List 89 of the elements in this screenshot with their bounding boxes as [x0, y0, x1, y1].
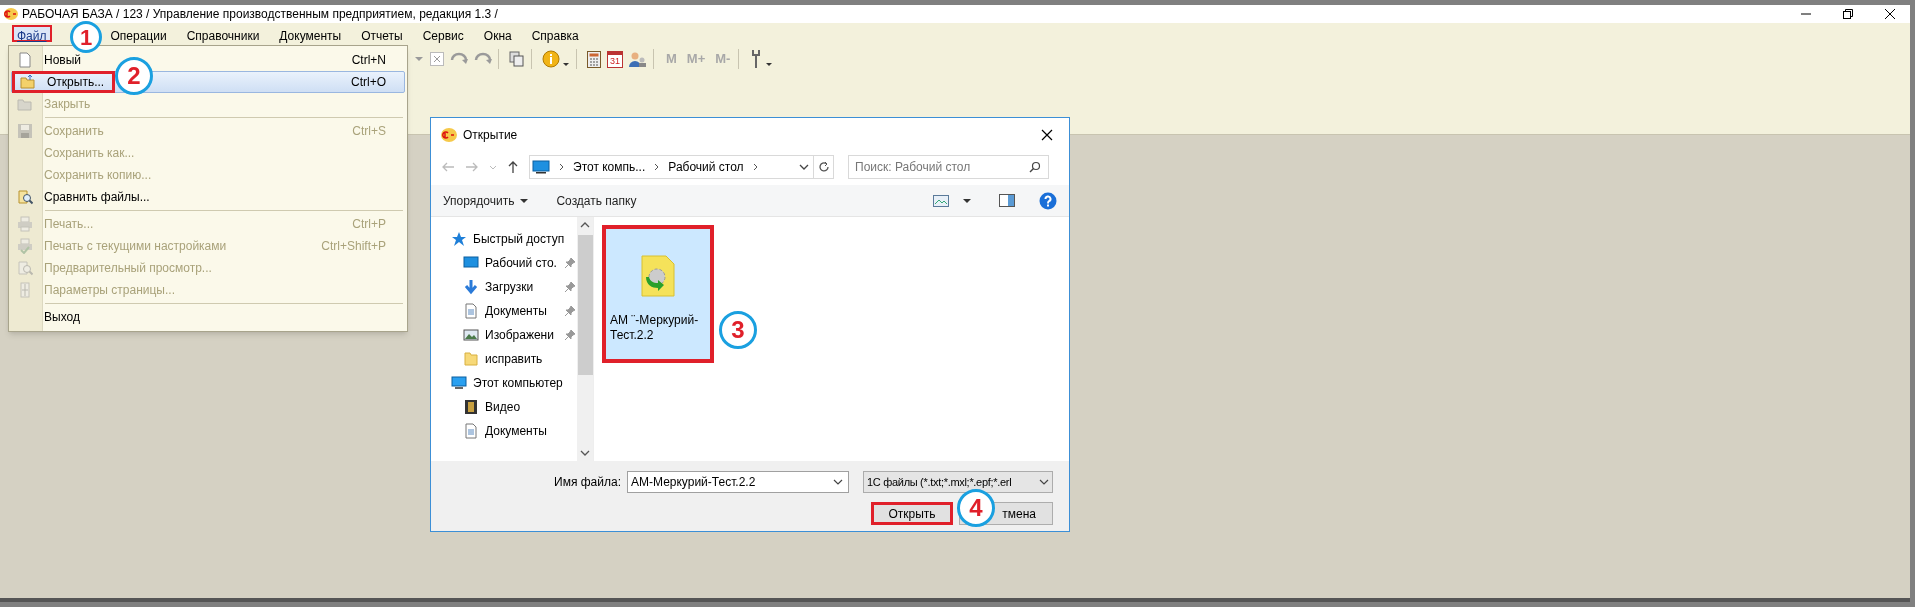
file-type-dropdown[interactable]: 1С файлы (*.txt;*.mxl;*.epf;*.erl [863, 471, 1053, 493]
nav-item[interactable]: исправить [485, 350, 559, 368]
close-icon[interactable] [1041, 128, 1053, 141]
folder-icon [463, 351, 479, 367]
chevron-icon[interactable] [558, 163, 565, 171]
folder-icon [17, 96, 33, 112]
menu-item[interactable]: Сравнить файлы... [44, 188, 150, 206]
caret-icon[interactable] [833, 478, 843, 486]
breadcrumb[interactable]: Рабочий стол [668, 158, 744, 176]
copy-icon[interactable] [509, 51, 525, 67]
up-arrow-icon[interactable] [507, 160, 519, 174]
document-icon [463, 303, 479, 319]
caret-icon [520, 197, 529, 204]
menu-item[interactable]: Выход [44, 308, 80, 326]
shortcut-label: Ctrl+P [352, 216, 386, 233]
view-icon[interactable] [933, 194, 949, 207]
chevron-icon[interactable] [653, 163, 661, 171]
menu-item[interactable]: Справка [526, 25, 584, 42]
menu-item[interactable]: Сервис [417, 25, 469, 42]
scrollbar-thumb[interactable] [577, 235, 593, 375]
magnifier-icon [17, 189, 33, 205]
nav-item[interactable]: Видео [485, 398, 559, 416]
menu-item[interactable]: Файл [12, 25, 52, 42]
computer-icon [532, 160, 550, 174]
scroll-down-icon[interactable] [580, 449, 590, 457]
nav-item[interactable]: Быстрый доступ [473, 230, 565, 248]
film-icon [463, 399, 479, 415]
scrollbar[interactable] [577, 217, 593, 461]
computer-icon [451, 375, 467, 391]
chevron-icon[interactable] [751, 163, 759, 171]
calendar-icon[interactable]: 31 [607, 50, 623, 68]
nav-item[interactable]: Загрузки [485, 278, 559, 296]
printer-icon [17, 238, 33, 254]
app-logo-icon [441, 127, 457, 142]
nav-item[interactable]: Документы [485, 422, 559, 440]
nav-item[interactable]: Изображени [485, 326, 559, 344]
file-name: АМ ¨-Меркурий-Тест.2.2 [610, 313, 700, 343]
command-button[interactable]: Создать папку [556, 191, 637, 210]
window-title: РАБОЧАЯ БАЗА / 123 / Управление производственным предприятием, редакция 1.3 / [22, 6, 498, 23]
nav-item[interactable]: Документы [485, 302, 559, 320]
info-icon[interactable] [542, 50, 570, 68]
clear-icon[interactable] [430, 52, 444, 66]
tools-icon[interactable] [749, 49, 774, 69]
menu-item[interactable]: Открыть... [47, 73, 105, 91]
breadcrumb[interactable]: Этот компь... [573, 158, 646, 176]
shortcut-label: Ctrl+O [351, 74, 386, 91]
menu-item[interactable]: Новый [44, 51, 82, 69]
page-setup-icon [17, 282, 33, 298]
caret-icon[interactable] [963, 197, 971, 204]
command-button[interactable]: Упорядочить [443, 191, 529, 210]
address-bar[interactable]: Этот компь... Рабочий стол [529, 155, 834, 179]
nav-item[interactable]: Этот компьютер [473, 374, 563, 392]
printer-icon [17, 216, 33, 232]
search-field[interactable]: Поиск: Рабочий стол [848, 155, 1049, 179]
refresh-icon[interactable] [817, 161, 830, 173]
menu-item[interactable]: Окна [478, 25, 517, 42]
menu-item[interactable]: Справочники [181, 25, 265, 42]
help-icon[interactable] [1039, 191, 1057, 210]
file-icon [640, 255, 676, 297]
menu-item[interactable]: Операции [105, 25, 172, 42]
magnifier-icon [17, 260, 33, 276]
menu-item[interactable]: Отчеты [356, 25, 408, 42]
file-type-label: 1С файлы (*.txt;*.mxl;*.epf;*.erl [866, 474, 1012, 490]
document-icon [463, 423, 479, 439]
search-icon[interactable] [1029, 161, 1041, 173]
scroll-up-icon[interactable] [580, 221, 590, 229]
shortcut-label: Ctrl+Shift+P [321, 238, 386, 255]
caret-icon [1039, 478, 1049, 486]
shortcut-label: Ctrl+N [351, 52, 386, 69]
shortcut-label: Ctrl+S [352, 123, 386, 140]
picture-icon [463, 327, 479, 343]
file-name-field[interactable]: АМ-Меркурий-Тест.2.2 [627, 471, 849, 493]
document-icon [17, 52, 33, 68]
nav-item[interactable]: Рабочий сто. [485, 254, 559, 272]
field-label: Имя файла: [554, 474, 621, 491]
folder-icon [20, 74, 36, 90]
user-icon[interactable] [629, 50, 647, 68]
preview-pane-icon[interactable] [999, 194, 1015, 207]
dialog-button[interactable]: Открыть [871, 502, 953, 525]
menu-item[interactable]: Документы [274, 25, 347, 42]
close-icon[interactable] [1884, 8, 1896, 20]
app-logo-icon [4, 8, 18, 20]
restore-icon[interactable] [1842, 8, 1854, 20]
star-icon [451, 231, 467, 247]
dialog-title: Открытие [463, 126, 518, 144]
caret-icon[interactable] [799, 163, 809, 171]
calculator-icon[interactable] [587, 50, 601, 68]
download-icon [463, 279, 479, 295]
desktop-icon [463, 255, 479, 271]
